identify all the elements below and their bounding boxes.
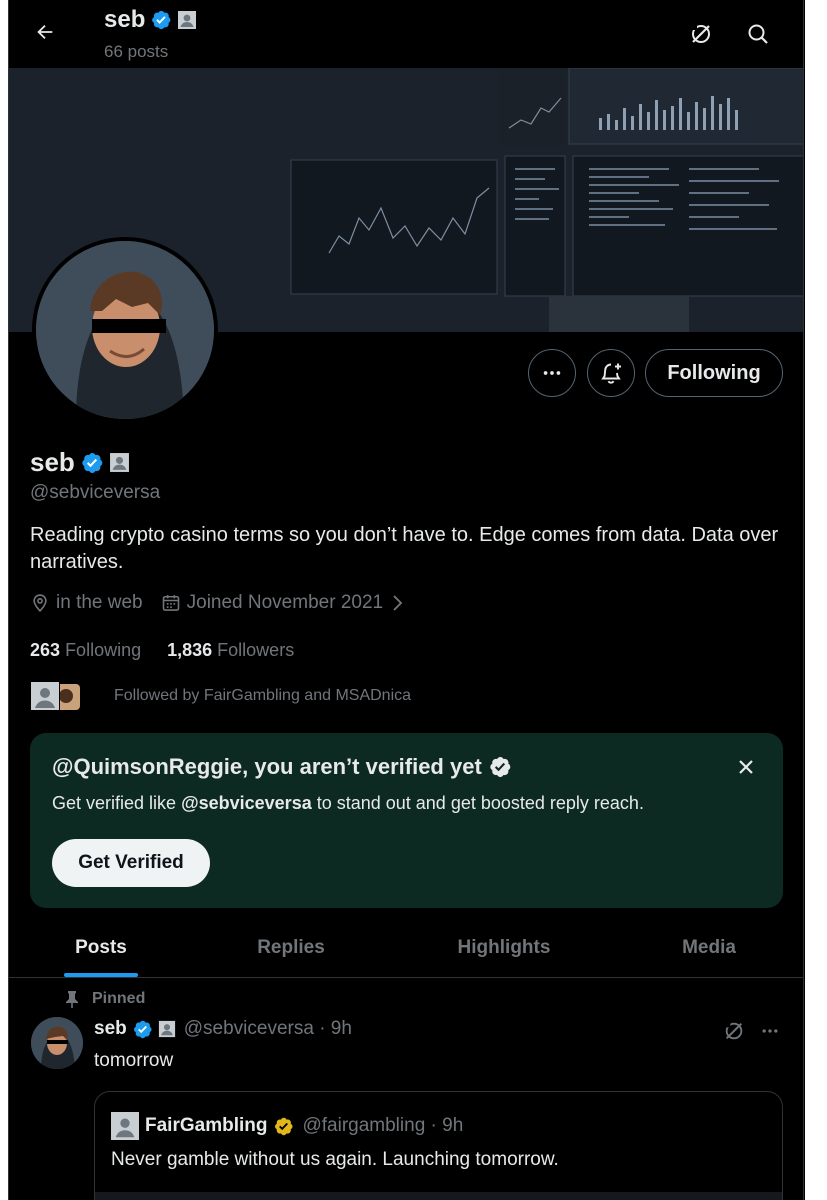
pinned-label-row: Pinned xyxy=(64,990,145,1008)
tab-replies[interactable]: Replies xyxy=(231,918,351,978)
tab-posts[interactable]: Posts xyxy=(49,918,153,978)
chevron-right-icon xyxy=(393,595,403,611)
profile-name-row: seb xyxy=(30,447,130,478)
location-pin-icon xyxy=(33,594,47,613)
right-page-margin xyxy=(805,0,827,1200)
get-verified-button[interactable]: Get Verified xyxy=(52,839,210,887)
header-name: seb xyxy=(104,6,146,33)
profile-name: seb xyxy=(30,447,75,477)
profile-avatar[interactable] xyxy=(32,237,218,423)
search-button[interactable] xyxy=(740,16,776,52)
joined-item[interactable]: Joined November 2021 xyxy=(161,592,405,614)
calendar-icon xyxy=(162,595,179,611)
quoted-post-text: Never gamble without us again. Launching… xyxy=(111,1149,559,1170)
location-text: in the web xyxy=(56,592,143,613)
post-more-button[interactable] xyxy=(755,1016,785,1046)
following-button[interactable]: Following xyxy=(645,349,783,397)
affiliate-badge-icon[interactable] xyxy=(109,452,130,473)
verified-check-icon xyxy=(490,757,511,777)
profile-handle: @sebviceversa xyxy=(30,482,161,503)
verify-text-handle: @sebviceversa xyxy=(181,793,312,813)
verify-card-title: @QuimsonReggie, you aren’t verified yet xyxy=(52,754,482,779)
header-name-row: seb xyxy=(104,6,197,34)
header-posts-count: 66 posts xyxy=(104,42,169,61)
more-dots-icon xyxy=(543,371,561,375)
following-stat[interactable]: 263 Following xyxy=(30,640,141,661)
post-author-avatar[interactable] xyxy=(31,1017,83,1069)
followers-count: 1,836 xyxy=(167,640,213,660)
grok-button[interactable] xyxy=(683,16,719,52)
post-header: seb @sebviceversa · 9h xyxy=(94,1018,352,1040)
post-author-name[interactable]: seb xyxy=(94,1018,127,1040)
post-author-handle-time: @sebviceversa · 9h xyxy=(183,1018,352,1039)
notifications-button[interactable] xyxy=(587,349,635,397)
following-label: Following xyxy=(65,640,142,660)
followed-by-row[interactable]: Followed by FairGambling and MSADnica xyxy=(30,681,411,711)
pixel-avatar-illustration xyxy=(36,241,214,419)
close-icon xyxy=(739,760,753,774)
followed-by-text: Followed by FairGambling and MSADnica xyxy=(114,687,412,704)
verification-upsell-card: @QuimsonReggie, you aren’t verified yet … xyxy=(30,733,783,908)
profile-bio: Reading crypto casino terms so you don’t… xyxy=(30,524,779,573)
post-grok-button[interactable] xyxy=(719,1016,749,1046)
post-text: tomorrow xyxy=(94,1050,174,1071)
grok-slash-icon xyxy=(691,24,710,43)
verify-card-title-row: @QuimsonReggie, you aren’t verified yet xyxy=(52,754,512,780)
profile-meta: in the web Joined November 2021 xyxy=(30,592,423,614)
affiliate-badge-icon xyxy=(178,11,197,29)
arrow-left-icon xyxy=(37,24,53,40)
more-dots-icon xyxy=(762,1029,778,1033)
profile-column: seb 66 posts Following seb @sebviceversa… xyxy=(8,0,804,1200)
search-icon xyxy=(748,24,768,44)
follower-avatar-fairgambling xyxy=(30,681,60,711)
more-options-button[interactable] xyxy=(528,349,576,397)
profile-tabs: Posts Replies Highlights Media xyxy=(9,918,803,978)
close-verify-card-button[interactable] xyxy=(730,751,762,783)
verified-badge-icon[interactable] xyxy=(80,451,104,475)
active-tab-indicator xyxy=(64,973,138,977)
back-button[interactable] xyxy=(27,14,63,50)
location-item: in the web xyxy=(30,592,143,614)
verified-gold-badge-icon xyxy=(275,1117,293,1135)
post-avatar-image xyxy=(31,1017,83,1069)
profile-stats: 263 Following 1,836 Followers xyxy=(30,640,294,661)
quoted-author-avatar[interactable] xyxy=(111,1112,139,1140)
quoted-post[interactable]: FairGambling @fairgambling · 9h Never ga… xyxy=(94,1091,783,1200)
verify-text-prefix: Get verified like xyxy=(52,793,182,813)
left-page-margin xyxy=(0,0,8,1200)
grok-slash-icon xyxy=(724,1021,743,1040)
quoted-author-name: FairGambling xyxy=(145,1115,268,1136)
profile-page: seb 66 posts Following seb @sebviceversa… xyxy=(0,0,827,1200)
bell-plus-icon xyxy=(601,363,621,384)
verified-badge-icon xyxy=(152,10,171,30)
tab-highlights[interactable]: Highlights xyxy=(434,918,574,978)
pin-icon xyxy=(66,991,78,1008)
followed-by-avatars xyxy=(30,681,80,711)
followers-stat[interactable]: 1,836 Followers xyxy=(167,640,294,661)
joined-text: Joined November 2021 xyxy=(186,592,384,613)
avatar-image xyxy=(36,241,214,419)
verify-card-text: Get verified like @sebviceversa to stand… xyxy=(52,793,644,814)
quoted-post-media-preview xyxy=(95,1192,782,1200)
top-bar: seb 66 posts xyxy=(9,0,803,68)
quoted-author-handle-time: @fairgambling · 9h xyxy=(302,1115,464,1136)
verify-text-suffix: to stand out and get boosted reply reach… xyxy=(311,793,644,813)
affiliate-badge-icon xyxy=(158,1020,175,1038)
followers-label: Followers xyxy=(217,640,295,660)
pinned-label: Pinned xyxy=(92,990,146,1007)
tab-media[interactable]: Media xyxy=(659,918,759,978)
following-count: 263 xyxy=(30,640,61,660)
verified-badge-icon xyxy=(133,1020,152,1038)
quoted-post-header: FairGambling @fairgambling · 9h xyxy=(111,1112,463,1140)
